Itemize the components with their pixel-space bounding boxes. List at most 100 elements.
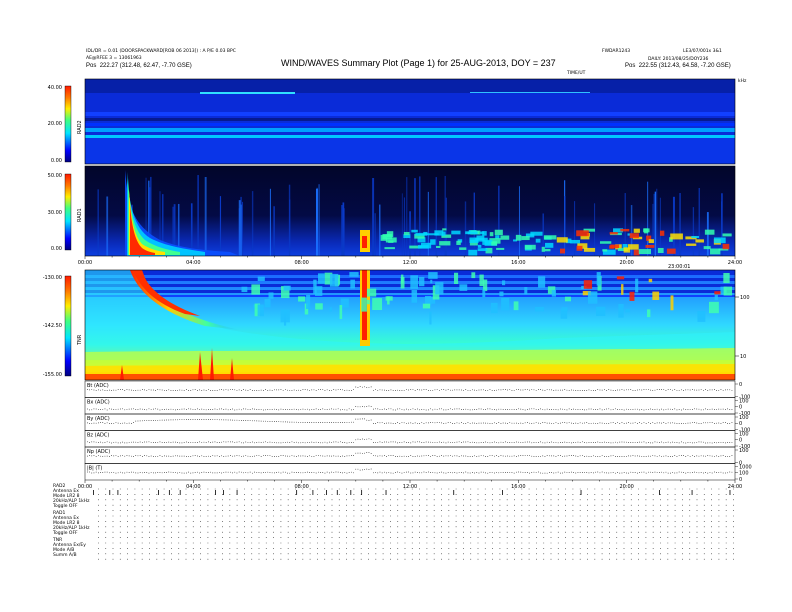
rad1-blob <box>535 238 541 243</box>
event-mark <box>691 490 693 495</box>
rad1-streak <box>240 204 242 256</box>
x-tick-label: 24:00 <box>728 260 742 266</box>
rad1-streak <box>403 197 405 256</box>
rad1-streak <box>401 193 403 256</box>
footer-rad2-row: Toggle OFF <box>53 504 78 509</box>
footer-rad2-block: RAD2 Antenna Ex Mode LR2 8 20kHz/ALP 1kH… <box>53 484 90 509</box>
event-mark <box>312 490 314 495</box>
tnr-blob <box>652 291 660 300</box>
rad1-blob <box>496 247 505 250</box>
tnr-blob <box>283 285 291 291</box>
line-row-tick-label: 0 <box>739 477 742 483</box>
line-row-trace <box>87 468 733 474</box>
rad1-streak <box>204 177 207 256</box>
rad1-streak <box>318 184 320 256</box>
rad1-blob <box>477 248 488 252</box>
tnr-blob <box>697 311 706 322</box>
tnr-blob <box>596 272 601 286</box>
rad1-streak <box>672 196 675 256</box>
tnr-blob <box>723 286 733 296</box>
rad1-blob <box>388 240 394 243</box>
tnr-blob <box>453 272 459 285</box>
tnr-blob <box>538 276 546 288</box>
rad1-blob <box>417 245 429 249</box>
tnr-blob <box>648 278 653 283</box>
rad1-streak <box>574 201 576 256</box>
tnr-blob <box>366 288 377 297</box>
rad1-blob <box>695 239 704 243</box>
rad1-blob <box>439 241 451 246</box>
tnr-x-label: 23:00:01 <box>668 264 690 270</box>
rad1-blob <box>623 247 631 253</box>
tnr-blob <box>317 273 325 284</box>
tnr-right-tick: 10 <box>740 354 746 360</box>
rad1-streak <box>445 197 447 256</box>
rad1-blob <box>570 239 581 244</box>
tnr-blob <box>551 289 556 297</box>
rad1-streak <box>316 188 319 256</box>
rad1-streak <box>269 188 271 256</box>
tnr-blob <box>535 306 544 312</box>
rad1-streak <box>374 213 376 256</box>
rad2-ylabel: RAD2 <box>77 120 83 134</box>
tnr-blob <box>625 309 631 313</box>
rad1-blob <box>710 248 721 255</box>
rad2-cbar-tick: 20.00 <box>48 121 62 127</box>
rad1-blob <box>556 237 568 243</box>
rad1-streak <box>379 204 381 256</box>
rad1-blob <box>456 240 461 245</box>
line-row-trace <box>87 405 733 411</box>
rad1-streak <box>372 178 375 256</box>
line-row-trace <box>87 452 733 458</box>
rad1-blob <box>609 232 618 235</box>
rad1-blob <box>465 231 478 235</box>
footer-dot-grid <box>98 488 734 560</box>
event-mark <box>158 490 159 495</box>
tnr-blob <box>329 307 332 312</box>
line-panels: Bt (ADC) 0-100Bx (ADC) 1000-100By (ADC) 100… <box>84 380 752 483</box>
x-tick-label: 24:00 <box>728 484 742 490</box>
event-mark <box>350 490 352 495</box>
tnr-blob <box>714 291 722 295</box>
rad1-blob <box>442 228 447 231</box>
x-tick-label: 20:00 <box>619 484 633 490</box>
rad1-cbar-tick: 50.00 <box>48 173 62 179</box>
rad1-blob <box>599 241 612 244</box>
tnr-cbar-tick: -142.50 <box>43 323 62 329</box>
line-row-tick-label: 100 <box>739 398 749 404</box>
rad1-blob <box>489 232 494 237</box>
rad1-streak <box>698 187 700 256</box>
tnr-blob <box>499 291 504 297</box>
rad1-blob <box>657 247 664 254</box>
tnr-blob <box>306 295 311 309</box>
event-mark <box>168 490 170 495</box>
rad1-blob <box>386 231 394 238</box>
rad1-streak <box>656 188 658 256</box>
rad1-blob <box>500 235 510 240</box>
rad1-streak <box>473 192 475 256</box>
tnr-ylabel: TNR <box>77 334 83 346</box>
x-tick-label: 08:00 <box>294 260 308 266</box>
rad1-streak <box>414 178 416 256</box>
line-row-frame <box>84 463 736 481</box>
rad1-blob <box>629 233 639 239</box>
rad1-blob <box>544 242 554 248</box>
tnr-blob <box>280 309 290 323</box>
line-row-label: Np (ADC) <box>87 449 110 455</box>
line-row-trace <box>87 438 733 444</box>
rad1-blob <box>633 249 640 256</box>
tnr-blob <box>524 287 528 295</box>
tnr-blob <box>366 299 370 305</box>
event-mark <box>453 490 455 495</box>
rad1-colorbar <box>64 173 72 251</box>
rad1-blob <box>494 229 503 236</box>
event-mark <box>326 490 327 495</box>
tnr-blob <box>482 289 486 298</box>
rad1-blob <box>576 245 583 251</box>
tnr-blob <box>314 286 323 296</box>
rad1-blob <box>666 248 676 254</box>
rad1-streak <box>720 201 722 256</box>
tnr-blob <box>329 273 339 287</box>
tnr-cbar-tick: -130.00 <box>43 275 62 281</box>
rad1-blob <box>544 248 551 252</box>
